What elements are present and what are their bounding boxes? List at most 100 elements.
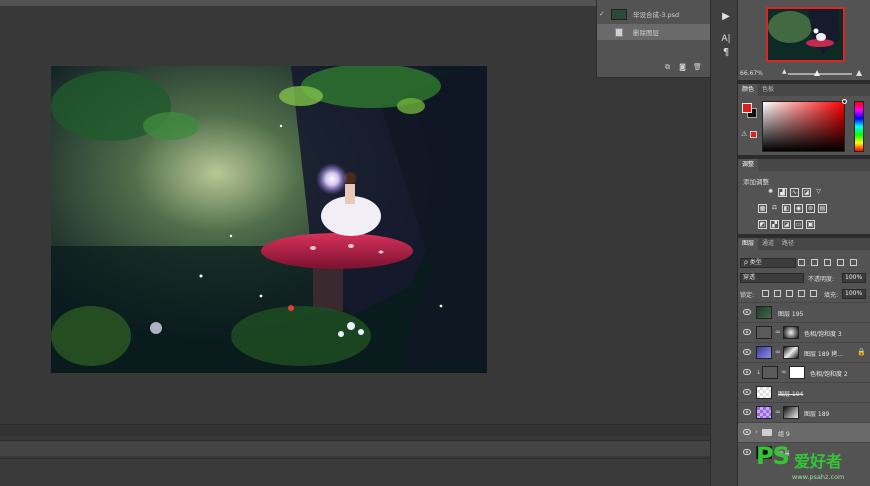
photo-filter-icon[interactable]: ◉ [794,204,803,213]
layer-name[interactable]: 色相/饱和度 3 [804,329,842,338]
layer-mask-thumbnail [783,406,799,419]
black-white-icon[interactable]: ◧ [782,204,791,213]
link-icon[interactable]: ∞ [775,408,781,416]
visibility-eye-icon[interactable] [743,309,751,315]
layer-filter-select[interactable]: ρ 类型 [740,258,796,268]
history-state-label: 删除图层 [633,29,659,37]
layer-row[interactable]: 图层 195 [738,302,870,322]
opacity-input[interactable]: 100% [842,273,866,283]
new-document-from-state-icon[interactable]: ⧉ [663,63,672,71]
tab-swatches[interactable]: 色板 [758,84,778,96]
link-icon[interactable]: ∞ [781,368,787,376]
adjustment-row-3: ◩ ▞ ◪ ▭ ▣ [758,220,815,229]
brightness-icon[interactable]: ✺ [766,188,775,197]
layer-row[interactable]: ∞ 色相/饱和度 3 [738,322,870,342]
link-icon[interactable]: ∞ [775,328,781,336]
horizontal-scrollbar[interactable] [0,424,710,436]
color-lookup-icon[interactable]: ▤ [818,204,827,213]
visibility-eye-icon[interactable] [743,389,751,395]
hue-saturation-icon[interactable]: ▦ [758,204,767,213]
curves-icon[interactable]: ∿ [790,188,799,197]
color-picker-cursor[interactable] [842,99,847,104]
visibility-eye-icon[interactable] [743,409,751,415]
chevron-right-icon[interactable]: › [755,428,758,436]
zoom-in-icon[interactable]: ▲ [856,68,862,77]
layer-name[interactable]: 图层 189 [804,409,829,418]
color-picker-field[interactable] [762,101,845,152]
document-canvas-image[interactable] [51,66,487,373]
visibility-eye-icon[interactable] [743,349,751,355]
history-state-item[interactable]: 删除图层 [597,24,711,40]
filter-shape-icon[interactable] [837,259,844,266]
levels-icon[interactable]: ▟ [778,188,787,197]
filter-type-icon[interactable] [824,259,831,266]
document-icon [615,27,623,37]
blend-mode-select[interactable]: 穿透 [740,273,804,283]
channel-mixer-icon[interactable]: ⊛ [806,204,815,213]
tab-layers[interactable]: 图层 [738,238,759,250]
lock-artboard-icon[interactable] [798,290,805,297]
zoom-out-icon[interactable]: ▲ [782,68,787,75]
layer-row[interactable]: ∞ 图层 189 [738,402,870,422]
hue-slider[interactable] [854,101,864,152]
filter-smart-object-icon[interactable] [850,259,857,266]
lock-transparency-icon[interactable] [762,290,769,297]
fill-input[interactable]: 100% [842,289,866,299]
layer-row[interactable]: 图层 194 [738,382,870,402]
layer-row[interactable]: ∞ 图层 189 拷... 🔒 [738,342,870,362]
play-icon[interactable]: ▶ [719,10,733,24]
exposure-icon[interactable]: ◪ [802,188,811,197]
visibility-eye-icon[interactable] [743,449,751,455]
layer-name[interactable]: 色相/饱和度 2 [810,369,848,378]
color-balance-icon[interactable]: ⚖ [770,204,779,213]
layer-name[interactable]: 图层 195 [778,309,803,318]
timeline-bar [0,440,710,456]
visibility-eye-icon[interactable] [743,429,751,435]
lock-image-icon[interactable] [774,290,781,297]
status-area [0,458,710,486]
filter-pixel-icon[interactable] [798,259,805,266]
clipping-arrow-icon: ↓ [756,369,762,376]
gamut-color-swatch[interactable] [750,131,757,138]
threshold-icon[interactable]: ◪ [782,220,791,229]
link-icon[interactable]: ∞ [775,348,781,356]
trash-icon[interactable]: 🗑 [693,63,702,71]
history-snapshot[interactable]: ✓ 毕设合成-3.psd [597,6,711,22]
zoom-level[interactable]: 66.67% [740,70,763,77]
layer-name[interactable]: 图层 189 拷... [804,349,843,358]
fantasy-forest-artwork [51,66,487,373]
tab-channels[interactable]: 通道 [758,238,778,250]
tab-color[interactable]: 颜色 [738,84,759,96]
character-panel-icon[interactable]: A| [719,32,733,46]
visibility-eye-icon[interactable] [743,369,751,375]
layer-thumbnail [756,346,772,359]
zoom-slider-knob[interactable] [814,70,820,76]
layer-row[interactable]: ↓ ∞ 色相/饱和度 2 [738,362,870,382]
layer-name[interactable]: 组 9 [778,429,790,438]
selective-color-icon[interactable]: ▣ [806,220,815,229]
lock-all-icon[interactable] [810,290,817,297]
invert-icon[interactable]: ◩ [758,220,767,229]
opacity-label: 不透明度: [808,276,835,283]
layer-name[interactable]: 图层 194 [778,389,803,398]
visibility-eye-icon[interactable] [743,329,751,335]
paragraph-panel-icon[interactable]: ¶ [719,46,733,60]
navigator-preview[interactable] [766,7,845,62]
posterize-icon[interactable]: ▞ [770,220,779,229]
layer-mask-thumbnail [789,366,805,379]
vibrance-icon[interactable]: ▽ [814,188,823,197]
zoom-slider[interactable] [788,73,852,75]
lock-position-icon[interactable] [786,290,793,297]
tab-paths[interactable]: 路径 [778,238,798,250]
gradient-map-icon[interactable]: ▭ [794,220,803,229]
camera-snapshot-icon[interactable]: ◙ [678,63,687,71]
tab-adjustments[interactable]: 调整 [738,159,759,171]
foreground-color-swatch[interactable] [742,103,752,113]
layer-group-row[interactable]: › 组 9 [738,422,870,442]
layer-mask-thumbnail [783,346,799,359]
history-brush-icon[interactable]: ✓ [599,10,605,18]
gamut-warning-icon[interactable]: ⚠ [741,130,747,138]
history-actions: ⧉ ◙ 🗑 [663,63,702,71]
filter-adjustment-icon[interactable] [811,259,818,266]
adjustments-panel-tabs: 调整 [738,159,870,171]
